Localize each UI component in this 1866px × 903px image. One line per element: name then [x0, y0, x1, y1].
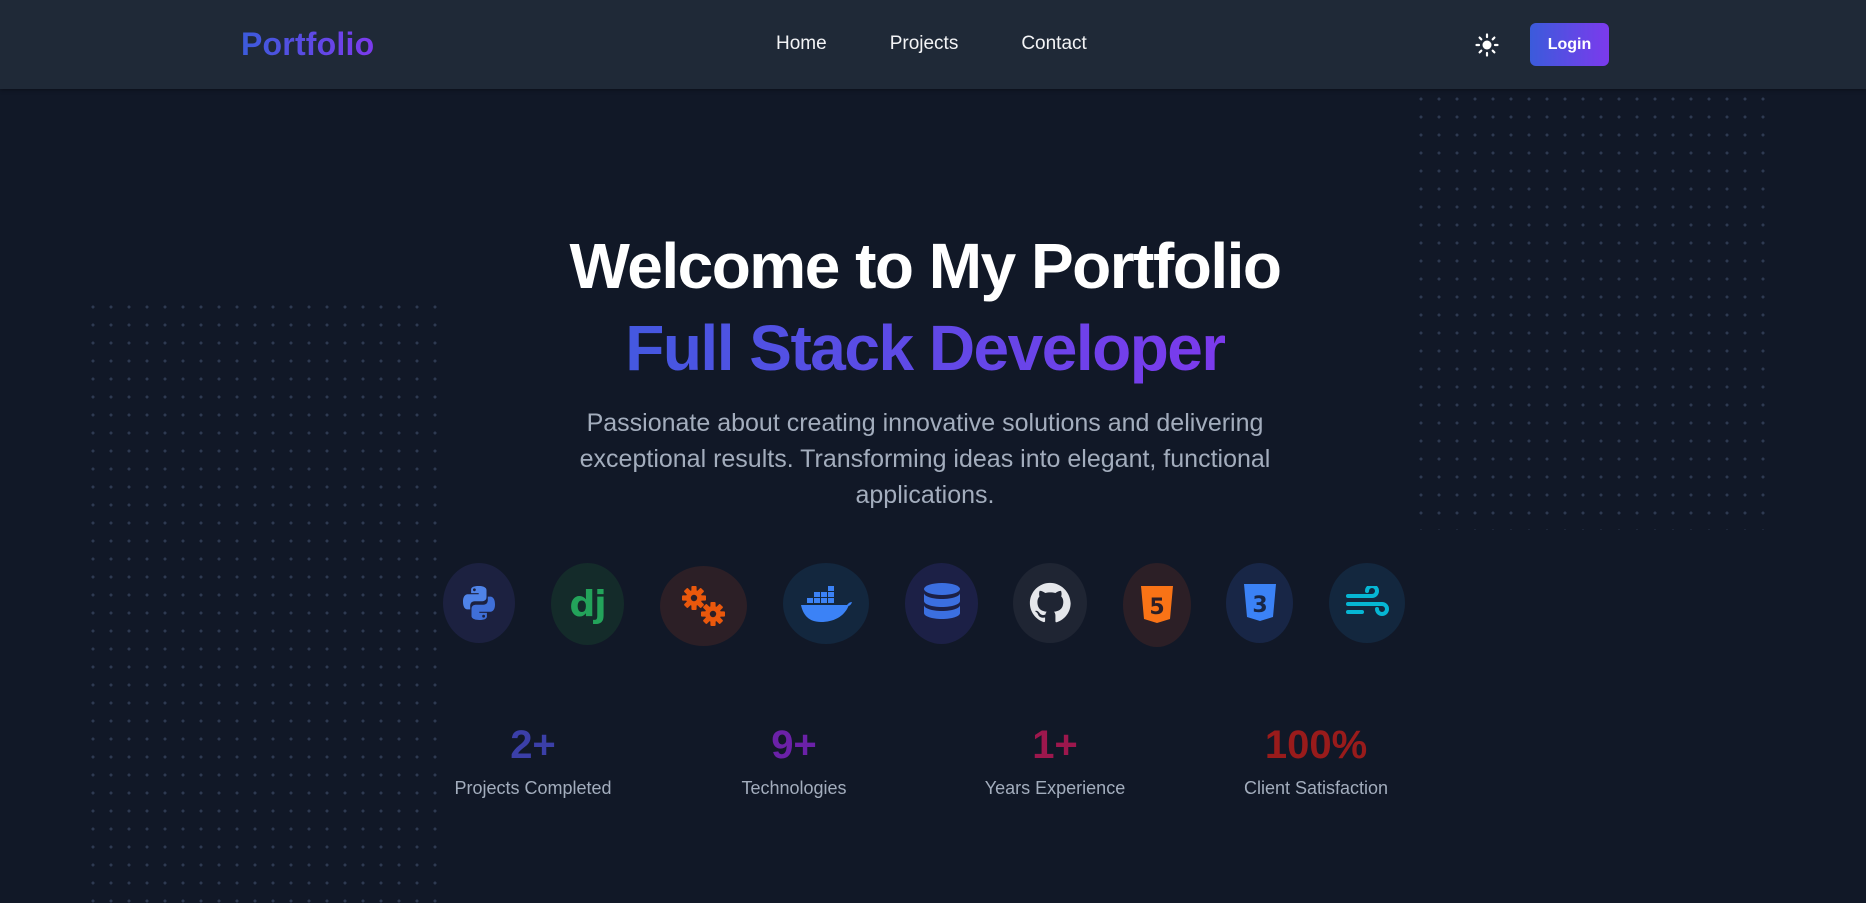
tailwind-icon [1346, 586, 1389, 616]
brand-logo[interactable]: Portfolio [241, 26, 374, 63]
tech-python [443, 563, 515, 643]
nav-links: Home Projects Contact [776, 33, 1150, 55]
page: Portfolio Home Projects Contact Login We… [0, 0, 1866, 903]
stat-label: Client Satisfaction [1243, 778, 1389, 798]
stat-experience: 1+ Years Experience [945, 722, 1165, 799]
svg-text:3: 3 [1252, 593, 1267, 618]
nav-link-contact[interactable]: Contact [1021, 33, 1086, 55]
database-icon [923, 582, 960, 619]
theme-toggle-button[interactable] [1474, 32, 1500, 58]
github-icon [1029, 582, 1071, 623]
docker-icon [801, 585, 852, 622]
tech-gears [660, 566, 747, 646]
stat-value: 1+ [1032, 723, 1078, 767]
stat-technologies: 9+ Technologies [684, 722, 904, 799]
tech-github [1013, 563, 1087, 643]
stat-label: Technologies [741, 778, 847, 798]
python-icon [463, 586, 495, 620]
dot-pattern-left [84, 298, 440, 903]
stat-projects: 2+ Projects Completed [423, 722, 643, 799]
hero-subtitle-text: Full Stack Developer [625, 312, 1226, 384]
navbar: Portfolio Home Projects Contact Login [0, 0, 1866, 89]
stat-value: 2+ [510, 723, 556, 767]
hero-description: Passionate about creating innovative sol… [579, 409, 1271, 509]
nav-link-home[interactable]: Home [776, 33, 827, 55]
login-button[interactable]: Login [1530, 23, 1609, 66]
django-icon: dj [569, 583, 606, 625]
tech-database [905, 563, 978, 644]
hero-subtitle: Full Stack Developer [0, 308, 1850, 388]
html5-icon: 5 [1141, 586, 1173, 623]
sun-icon [1475, 33, 1499, 57]
stat-satisfaction: 100% Client Satisfaction [1206, 722, 1426, 799]
nav-link-projects[interactable]: Projects [890, 33, 959, 55]
stat-value: 100% [1264, 723, 1368, 767]
tech-html5: 5 [1123, 563, 1191, 647]
svg-text:5: 5 [1149, 595, 1164, 620]
tech-css3: 3 [1226, 563, 1293, 643]
stat-label: Years Experience [984, 778, 1126, 798]
stat-label: Projects Completed [454, 778, 612, 798]
tech-django: dj [551, 563, 624, 645]
tech-tailwind [1329, 563, 1405, 643]
gears-icon [681, 586, 725, 626]
tech-docker [783, 563, 869, 644]
hero-title: Welcome to My Portfolio [569, 230, 1282, 302]
css3-icon: 3 [1243, 584, 1276, 621]
stat-value: 9+ [771, 723, 817, 767]
